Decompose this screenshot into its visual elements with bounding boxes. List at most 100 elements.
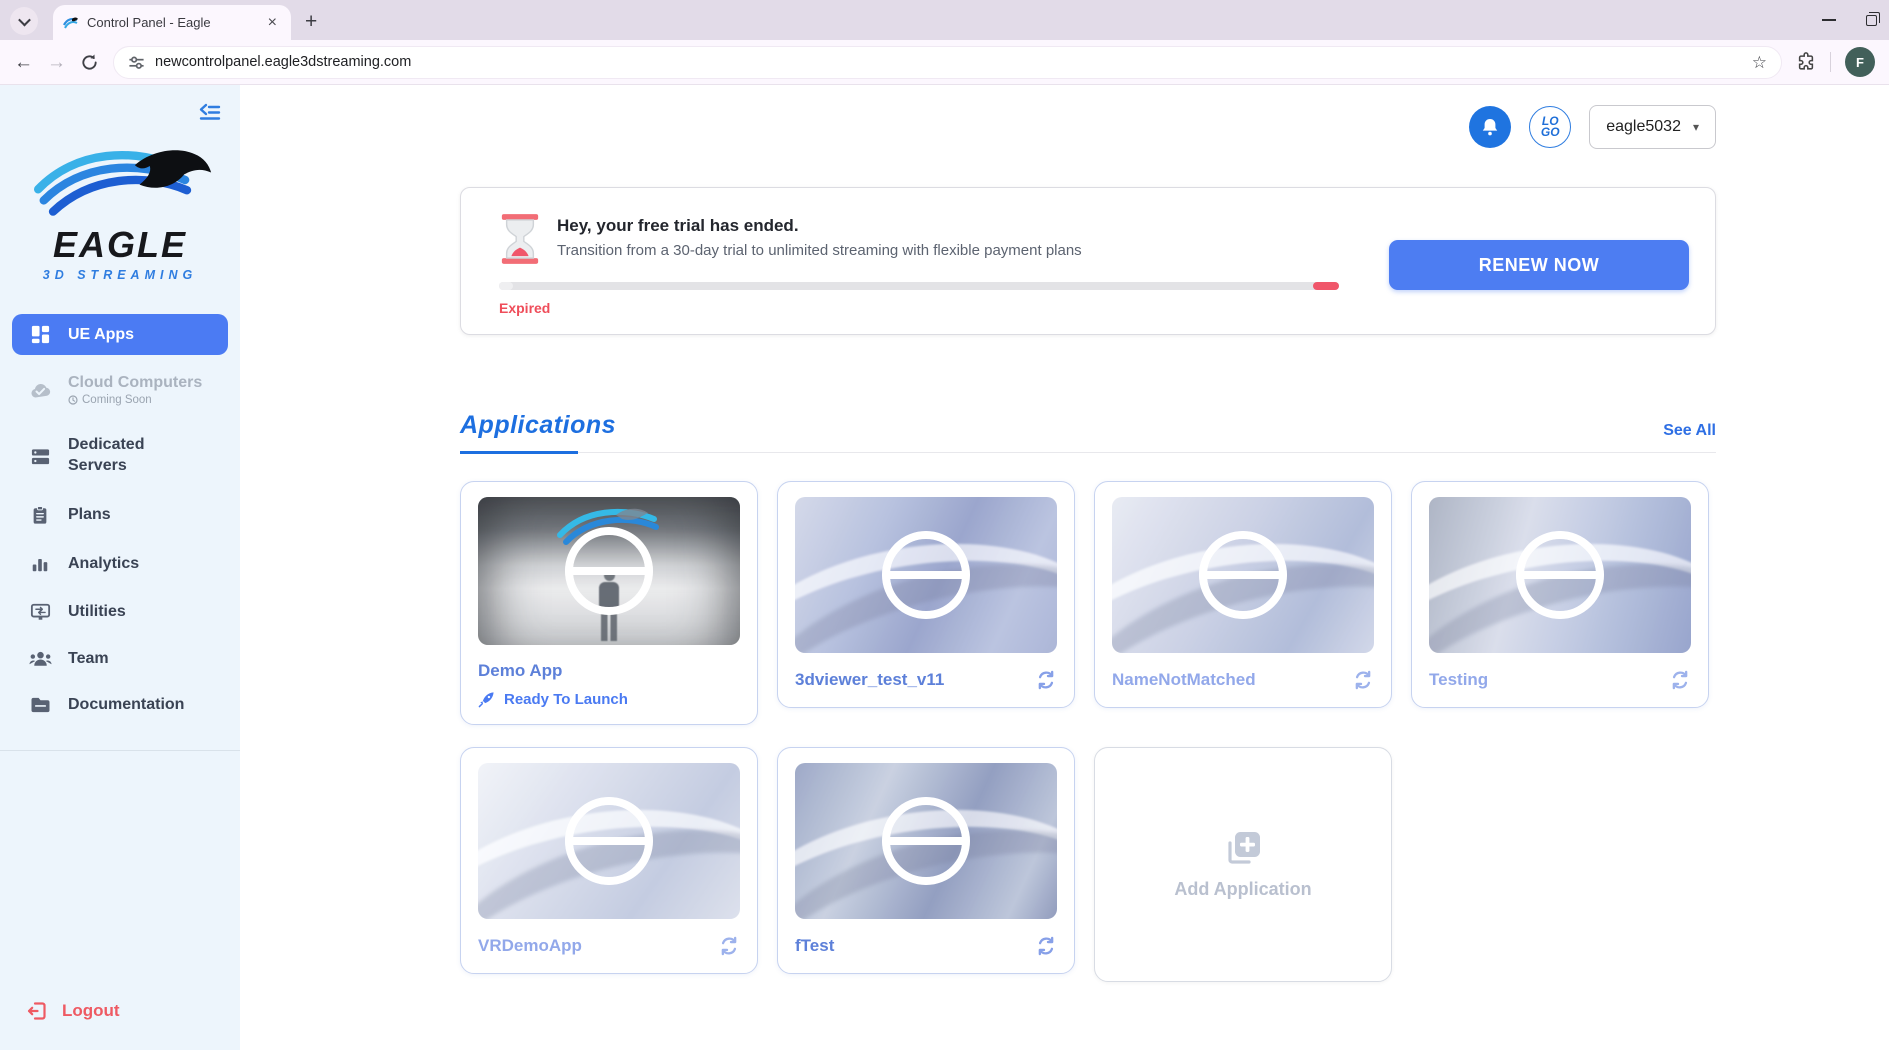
collapse-sidebar-button[interactable]: [198, 103, 222, 128]
account-dropdown[interactable]: eagle5032 ▾: [1589, 105, 1716, 149]
sidebar-item-documentation[interactable]: Documentation: [12, 686, 228, 724]
sidebar-item-sublabel: Coming Soon: [82, 393, 152, 407]
sidebar-item-label: Analytics: [68, 555, 139, 573]
logout-label: Logout: [62, 1001, 120, 1021]
sidebar-item-label: Plans: [68, 506, 111, 524]
tab-title: Control Panel - Eagle: [87, 15, 256, 30]
topbar: LO GO eagle5032 ▾: [240, 85, 1889, 147]
reload-button[interactable]: [80, 53, 99, 72]
app-card-namenotmatched[interactable]: NameNotMatched: [1094, 481, 1392, 708]
trial-subtitle: Transition from a 30-day trial to unlimi…: [557, 242, 1082, 259]
app-name[interactable]: Demo App: [478, 661, 562, 681]
hourglass-icon: [499, 214, 541, 264]
app-thumbnail: [795, 497, 1057, 653]
profile-avatar[interactable]: F: [1845, 47, 1875, 77]
trial-progress-fill: [1313, 282, 1339, 290]
sidebar-item-dedicated-servers[interactable]: Dedicated Servers: [12, 425, 228, 487]
renew-now-button[interactable]: RENEW NOW: [1389, 240, 1689, 290]
app-name[interactable]: fTest: [795, 936, 834, 956]
app-thumbnail: [478, 763, 740, 919]
toolbar-divider: [1830, 52, 1831, 72]
minimize-icon[interactable]: [1822, 19, 1836, 21]
sidebar-nav: UE Apps Cloud Computers: [0, 314, 240, 724]
refresh-icon[interactable]: [1352, 669, 1374, 691]
refresh-icon[interactable]: [1035, 669, 1057, 691]
folder-icon: [28, 696, 52, 714]
brand-name: EAGLE: [25, 224, 215, 266]
app-name[interactable]: Testing: [1429, 670, 1488, 690]
not-running-overlay-icon: [1112, 497, 1374, 653]
forward-button[interactable]: →: [47, 53, 66, 72]
caret-down-icon: ▾: [1693, 120, 1699, 134]
monitor-sync-icon: [28, 602, 52, 622]
back-button[interactable]: ←: [14, 53, 33, 72]
browser-window: Control Panel - Eagle × + ← → newcontrol…: [0, 0, 1889, 1050]
app-card-ftest[interactable]: fTest: [777, 747, 1075, 974]
applications-header: Applications See All: [460, 411, 1716, 453]
sidebar-item-analytics[interactable]: Analytics: [12, 544, 228, 584]
app-card-3dviewer-test-v11[interactable]: 3dviewer_test_v11: [777, 481, 1075, 708]
clock-icon: [68, 395, 78, 405]
sidebar-item-label: Documentation: [68, 696, 184, 714]
bookmark-star-icon[interactable]: ☆: [1752, 54, 1767, 71]
tab-strip: Control Panel - Eagle × +: [0, 0, 1889, 40]
app-card-demo-app[interactable]: Demo App Ready To Launch: [460, 481, 758, 725]
sidebar-item-label: Dedicated Servers: [68, 435, 178, 477]
brand-tagline: 3D STREAMING: [25, 268, 215, 282]
sidebar-item-plans[interactable]: Plans: [12, 495, 228, 536]
refresh-icon[interactable]: [718, 935, 740, 957]
app-name[interactable]: 3dviewer_test_v11: [795, 670, 944, 690]
sidebar-item-label: Cloud Computers: [68, 373, 202, 393]
applications-grid: Demo App Ready To Launch: [460, 481, 1716, 982]
logout-icon: [26, 1000, 48, 1022]
bar-chart-icon: [28, 554, 52, 574]
app-status: Ready To Launch: [504, 691, 628, 708]
sidebar-item-label: UE Apps: [68, 326, 134, 344]
applications-heading: Applications: [460, 411, 616, 452]
not-running-overlay-icon: [795, 763, 1057, 919]
not-running-overlay-icon: [795, 497, 1057, 653]
servers-icon: [28, 446, 52, 467]
see-all-link[interactable]: See All: [1663, 422, 1716, 452]
not-running-overlay-icon: [478, 497, 740, 645]
browser-tab[interactable]: Control Panel - Eagle ×: [53, 5, 291, 40]
tab-close-icon[interactable]: ×: [264, 13, 281, 33]
add-application-card[interactable]: Add Application: [1094, 747, 1392, 982]
sidebar-item-ue-apps[interactable]: UE Apps: [12, 314, 228, 355]
toolbar-right: F: [1796, 47, 1875, 77]
trial-banner: Hey, your free trial has ended. Transiti…: [460, 187, 1716, 335]
main-panel: LO GO eagle5032 ▾: [240, 85, 1889, 1050]
sidebar-item-team[interactable]: Team: [12, 640, 228, 678]
sidebar-item-cloud-computers: Cloud Computers Coming Soon: [12, 363, 228, 417]
rocket-icon: [478, 691, 495, 708]
team-icon: [28, 650, 52, 667]
app-thumbnail: [1112, 497, 1374, 653]
logout-button[interactable]: Logout: [0, 986, 240, 1050]
apps-grid-icon: [28, 324, 52, 345]
url-bar[interactable]: newcontrolpanel.eagle3dstreaming.com ☆: [113, 46, 1782, 79]
sidebar-item-label: Team: [68, 650, 109, 668]
app-name[interactable]: NameNotMatched: [1112, 670, 1256, 690]
sidebar-item-utilities[interactable]: Utilities: [12, 592, 228, 632]
app-thumbnail: [795, 763, 1057, 919]
window-controls: [1822, 0, 1877, 40]
app-card-testing[interactable]: Testing: [1411, 481, 1709, 708]
tab-search-button[interactable]: [10, 7, 38, 35]
app-name[interactable]: VRDemoApp: [478, 936, 582, 956]
new-tab-button[interactable]: +: [305, 11, 317, 32]
refresh-icon[interactable]: [1035, 935, 1057, 957]
notifications-button[interactable]: [1469, 106, 1511, 148]
maximize-icon[interactable]: [1866, 15, 1877, 26]
extensions-icon[interactable]: [1796, 52, 1816, 72]
eagle-waves-bird-icon: [27, 137, 213, 223]
refresh-icon[interactable]: [1669, 669, 1691, 691]
logo-badge[interactable]: LO GO: [1529, 106, 1571, 148]
add-application-icon: [1223, 829, 1263, 869]
add-application-label: Add Application: [1174, 879, 1311, 900]
app-card-vrdemoapp[interactable]: VRDemoApp: [460, 747, 758, 974]
site-settings-icon[interactable]: [128, 54, 145, 71]
clipboard-icon: [28, 505, 52, 526]
url-text[interactable]: newcontrolpanel.eagle3dstreaming.com: [155, 54, 1742, 70]
bell-icon: [1480, 117, 1500, 138]
trial-status: Expired: [499, 300, 1339, 316]
